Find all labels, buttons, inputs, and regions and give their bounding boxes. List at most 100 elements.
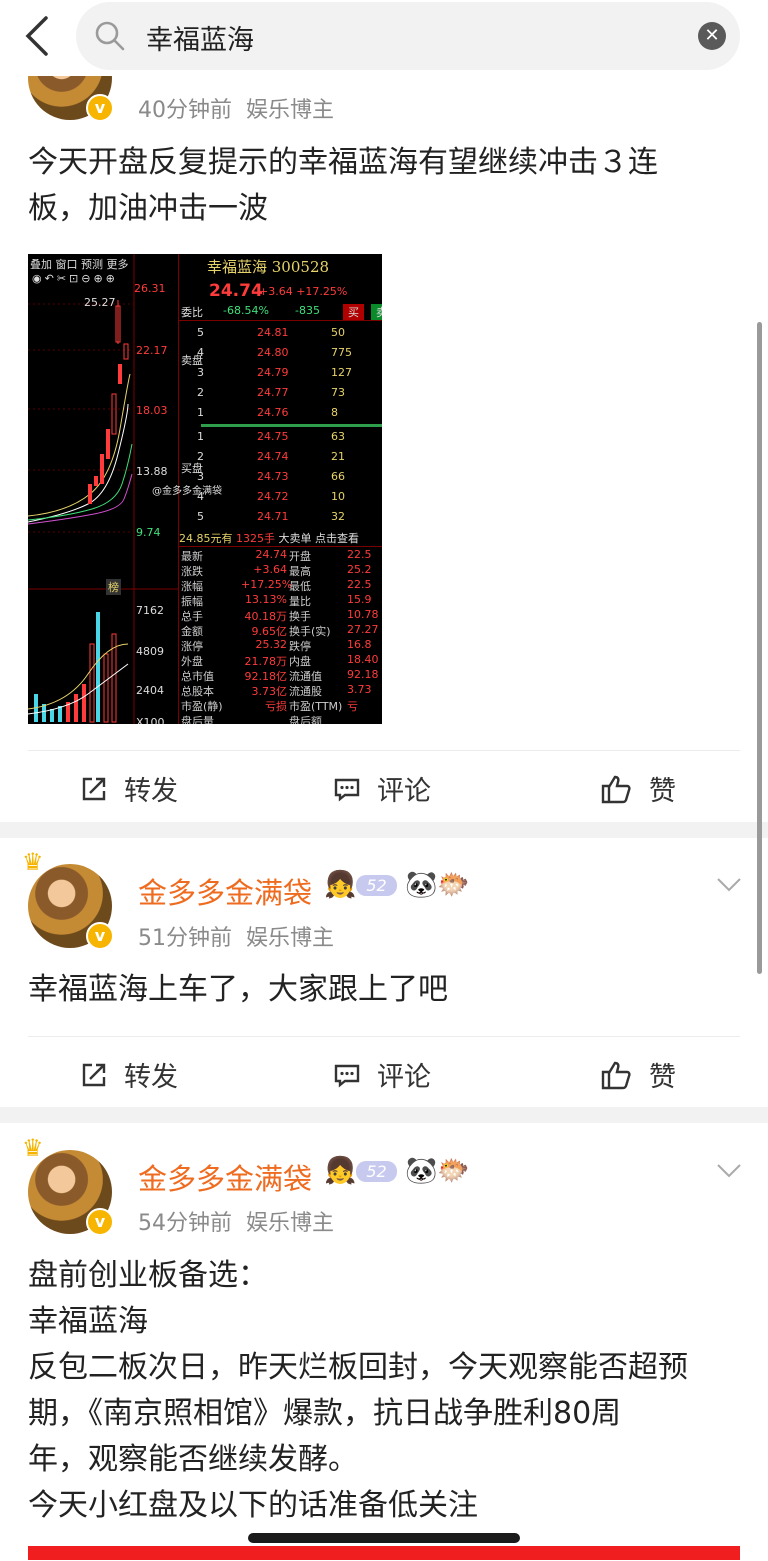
scrollbar[interactable] — [757, 322, 762, 974]
volume-axis-label: X100 — [136, 716, 165, 724]
repost-label: 转发 — [124, 776, 178, 807]
post-category: 娱乐博主 — [246, 1211, 335, 1236]
thumbs-up-icon — [601, 1061, 631, 1089]
volume-axis-label: 7162 — [136, 604, 164, 617]
chevron-down-icon[interactable] — [716, 877, 742, 893]
post-text-line: 幸福蓝海上车了，大家跟上了吧 — [28, 972, 448, 1007]
post-text: 今天开盘反复提示的幸福蓝海有望继续冲击３连 板，加油冲击一波 — [28, 140, 740, 232]
post-text: 幸福蓝海上车了，大家跟上了吧 — [28, 967, 740, 1013]
clear-icon[interactable]: ✕ — [698, 22, 726, 50]
repost-button[interactable]: 转发 — [80, 769, 178, 808]
verified-badge-icon: v — [86, 94, 114, 122]
stock-price: 24.74 — [209, 281, 263, 301]
crown-icon: ♛ — [22, 848, 44, 876]
post-actions: 转发 评论 赞 — [28, 750, 740, 821]
rank-tag: 榜 — [106, 579, 121, 595]
panda-badge-icon: 🐼 — [405, 870, 438, 900]
orderbook-buy-row: 2 24.74 21 — [197, 450, 345, 463]
author-name[interactable]: 金多多金满袋 — [138, 1156, 312, 1198]
girl-avatar-badge-icon: 👧 — [324, 870, 357, 900]
post-time: 54分钟前 — [138, 1211, 232, 1236]
big-order-bar[interactable]: 24.85元有 1325手 大卖单 点击查看 — [179, 530, 382, 546]
post-actions: 转发 评论 赞 — [28, 1036, 740, 1107]
post-category: 娱乐博主 — [246, 98, 335, 123]
orderbook-sell-row: 4 24.80 775 — [197, 346, 352, 359]
quote-row: 最新 24.74 开盘 22.5 — [181, 548, 372, 563]
level-badge: 52 — [356, 1161, 397, 1182]
user-badges: 👧 52 🐼🐡 — [324, 870, 470, 900]
like-label: 赞 — [649, 1062, 676, 1093]
axis-label: 22.17 — [136, 344, 168, 357]
quote-row: 总股本 3.73亿 流通股 3.73 — [181, 683, 372, 698]
post-text-line: 今天小红盘及以下的话准备低关注 — [28, 1488, 478, 1523]
divider — [201, 424, 382, 427]
post-text-line: 年，观察能否继续发酵。 — [28, 1442, 358, 1477]
post-time: 40分钟前 — [138, 98, 232, 123]
orderbook-sell-row: 5 24.81 50 — [197, 326, 345, 339]
orderbook-sell-row: 3 24.79 127 — [197, 366, 352, 379]
fish-badge-icon: 🐡 — [437, 870, 470, 900]
section-divider — [0, 1107, 768, 1123]
comment-label: 评论 — [377, 1062, 431, 1093]
weibi-value: -68.54% — [223, 304, 269, 317]
back-arrow-icon[interactable] — [18, 14, 58, 58]
sell-button[interactable]: 卖 — [371, 304, 382, 320]
post-text-line: 今天开盘反复提示的幸福蓝海有望继续冲击３连 — [28, 145, 658, 180]
volume-axis-label: 4809 — [136, 645, 164, 658]
quote-row: 外盘 21.78万 内盘 18.40 — [181, 653, 379, 668]
post-text-line: 板，加油冲击一波 — [28, 191, 268, 226]
like-button[interactable]: 赞 — [601, 1055, 676, 1094]
comment-icon — [334, 1064, 360, 1087]
chevron-down-icon[interactable] — [716, 1163, 742, 1179]
avatar[interactable]: ♛ v — [22, 848, 118, 954]
repost-icon — [82, 777, 106, 800]
post-text-line: 幸福蓝海 — [28, 1304, 148, 1339]
quote-row: 涨幅 +17.25% 最低 22.5 — [181, 578, 372, 593]
quote-row: 总手 40.18万 换手 10.78 — [181, 608, 379, 623]
girl-avatar-badge-icon: 👧 — [324, 1156, 357, 1186]
post-image-preview[interactable] — [28, 1546, 740, 1560]
home-indicator[interactable] — [248, 1533, 520, 1543]
axis-label: 13.88 — [136, 465, 168, 478]
orderbook-buy-row: 1 24.75 63 — [197, 430, 345, 443]
post-text-line: 盘前创业板备选： — [28, 1258, 268, 1293]
axis-label: 26.31 — [134, 282, 166, 295]
comment-icon — [334, 778, 360, 801]
like-button[interactable]: 赞 — [601, 769, 676, 808]
author-name[interactable]: 金多多金满袋 — [138, 870, 312, 912]
axis-label: 9.74 — [136, 526, 161, 539]
avatar[interactable]: ♛ v — [22, 1134, 118, 1240]
level-badge: 52 — [356, 875, 397, 896]
post-meta: 54分钟前 娱乐博主 — [138, 1205, 334, 1237]
divider — [179, 546, 382, 547]
section-divider — [0, 822, 768, 838]
post-meta: 40分钟前 娱乐博主 — [138, 92, 334, 124]
quote-row: 涨跌 +3.64 最高 25.2 — [181, 563, 372, 578]
search-input[interactable]: 幸福蓝海 — [146, 18, 254, 57]
comment-button[interactable]: 评论 — [333, 1055, 431, 1094]
divider — [179, 320, 382, 321]
post-image-stock-quote[interactable]: 叠加 窗口 预测 更多 ◉↶✂⊡⊖⊕⊕ 26.31 22.17 18.03 13… — [28, 254, 382, 724]
verified-badge-icon: v — [86, 1208, 114, 1236]
volume-axis-label: 2404 — [136, 684, 164, 697]
repost-button[interactable]: 转发 — [80, 1055, 178, 1094]
comment-label: 评论 — [377, 776, 431, 807]
top-bar: 幸福蓝海 ✕ — [0, 0, 768, 76]
quote-row: 盘后量 盘后额 — [181, 715, 322, 724]
like-label: 赞 — [649, 776, 676, 807]
quote-row: 总市值 92.18亿 流通值 92.18 — [181, 668, 379, 683]
buy-button[interactable]: 买 — [343, 304, 364, 320]
weibi-label: 委比 — [181, 306, 203, 319]
orderbook-sell-row: 1 24.76 8 — [197, 406, 338, 419]
post-text-line: 反包二板次日，昨天烂板回封，今天观察能否超预 — [28, 1350, 688, 1385]
quote-row: 振幅 13.13% 量比 15.9 — [181, 593, 372, 608]
crown-icon: ♛ — [22, 1134, 44, 1162]
search-bar[interactable]: 幸福蓝海 ✕ — [76, 2, 740, 70]
image-watermark: @金多多金满袋 — [152, 486, 222, 497]
high-price-label: 25.27 — [84, 296, 116, 309]
repost-icon — [82, 1063, 106, 1086]
comment-button[interactable]: 评论 — [333, 769, 431, 808]
user-badges: 👧 52 🐼🐡 — [324, 1156, 470, 1186]
axis-label: 18.03 — [136, 404, 168, 417]
fish-badge-icon: 🐡 — [437, 1156, 470, 1186]
